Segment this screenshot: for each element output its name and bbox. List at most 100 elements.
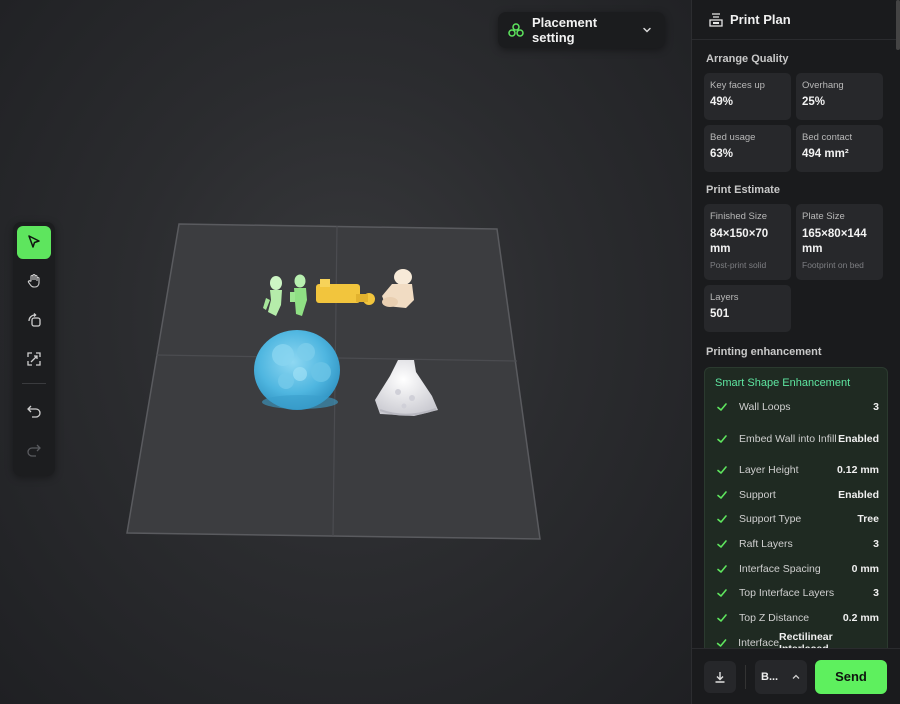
plate-size-stat: Plate Size 165×80×144 mm Footprint on be… [796, 204, 883, 280]
bed-contact-stat: Bed contact 494 mm² [796, 125, 883, 172]
enhancement-row: Raft Layers 3 [705, 532, 887, 557]
enhancement-row: Embed Wall into Infill Enabled [705, 420, 887, 458]
enhancement-row: Support Type Tree [705, 507, 887, 532]
stat-value: 63% [710, 148, 734, 160]
undo-button[interactable] [17, 394, 51, 427]
check-icon [717, 466, 727, 474]
build-plate[interactable] [0, 0, 691, 704]
enhancement-row: Support Enabled [705, 482, 887, 507]
enhancement-box-title: Smart Shape Enhancement [715, 377, 851, 389]
placement-setting-label: Placement setting [532, 15, 598, 45]
enhancement-name: Support Type [739, 513, 802, 526]
enhancement-value: Enabled [838, 432, 879, 445]
check-icon [717, 515, 727, 524]
undo-icon [27, 405, 41, 418]
enhancement-name: Top Z Distance [739, 612, 810, 625]
stat-value: 25% [802, 96, 826, 108]
enhancement-value: 3 [873, 587, 879, 600]
print-plan-icon [709, 12, 723, 27]
bed-usage-stat: Bed usage 63% [704, 125, 791, 172]
enhancement-row: Interface Spacing 0 mm [705, 556, 887, 581]
pan-tool-button[interactable] [17, 265, 51, 298]
enhancement-value: 0.12 mm [836, 464, 879, 477]
stat-label: Finished Size [710, 211, 768, 222]
check-icon [717, 434, 727, 443]
select-tool-button[interactable] [17, 226, 51, 259]
stat-value: 165×80×144 mm [802, 228, 867, 255]
cursor-arrow-icon [28, 235, 40, 249]
stat-value: 84×150×70 mm [710, 228, 769, 255]
enhancement-value: Tree [857, 513, 879, 526]
chevron-up-icon [792, 674, 800, 679]
viewport-toolbar [13, 222, 55, 476]
placement-icon [508, 23, 524, 37]
printing-enhancement-title: Printing enhancement [706, 346, 822, 358]
check-icon [717, 540, 727, 548]
print-plan-panel: Print Plan Arrange Quality Key faces up … [691, 0, 900, 704]
printer-select[interactable]: B... [755, 659, 807, 694]
panel-footer: B... Send [692, 648, 900, 704]
enhancement-name: Embed Wall into Infill [739, 432, 837, 445]
enhancement-row: Layer Height 0.12 mm [705, 458, 887, 483]
key-faces-up-stat: Key faces up 49% [704, 73, 791, 120]
enhancement-row: Wall Loops 3 [705, 395, 887, 420]
enhancement-name: Layer Height [739, 464, 799, 477]
enhancement-value: 0 mm [851, 562, 879, 575]
rotate-tool-button[interactable] [17, 304, 51, 337]
enhancement-value: Enabled [838, 488, 879, 501]
enhancement-value: 3 [873, 538, 879, 551]
3d-viewport[interactable]: Placement setting [0, 0, 691, 704]
stat-value: 501 [710, 308, 730, 320]
enhancement-name: Interface Spacing [739, 562, 821, 575]
rotate-icon [28, 313, 41, 327]
check-icon [717, 564, 727, 573]
stat-label: Plate Size [802, 211, 845, 222]
enhancement-name: Support [739, 488, 776, 501]
enhancement-value: 3 [873, 401, 879, 414]
enhancement-name: Top Interface Layers [739, 587, 835, 600]
stat-value: 494 mm² [802, 148, 849, 160]
scale-tool-button[interactable] [17, 343, 51, 376]
check-icon [717, 589, 727, 598]
enhancement-row: Top Interface Layers 3 [705, 581, 887, 606]
arrange-quality-title: Arrange Quality [706, 53, 789, 65]
toolbar-divider [22, 383, 46, 385]
enhancement-name: Wall Loops [739, 401, 791, 414]
stat-label: Layers [710, 292, 739, 303]
print-estimate-grid: Finished Size 84×150×70 mm Post-print so… [692, 204, 900, 332]
stat-label: Overhang [802, 80, 844, 91]
chevron-down-icon [643, 27, 651, 33]
panel-scrollbar[interactable] [896, 0, 900, 50]
arrange-quality-grid: Key faces up 49% Overhang 25% Bed usage … [692, 73, 900, 172]
hand-icon [27, 274, 40, 288]
download-icon [715, 671, 725, 683]
layers-stat: Layers 501 [704, 285, 791, 332]
check-icon [717, 490, 727, 499]
enhancement-row: Top Z Distance 0.2 mm [705, 606, 887, 631]
redo-icon [27, 444, 41, 457]
stat-sub: Footprint on bed [802, 260, 864, 270]
overhang-stat: Overhang 25% [796, 73, 883, 120]
send-button[interactable]: Send [815, 659, 887, 694]
stat-label: Key faces up [710, 80, 765, 91]
smart-shape-enhancement-box[interactable]: Smart Shape Enhancement Wall Loops 3 Embed… [704, 367, 888, 657]
stat-label: Bed usage [710, 132, 756, 143]
check-icon [717, 403, 727, 412]
footer-divider [745, 664, 746, 689]
blue-round-model[interactable] [254, 330, 340, 410]
placement-setting-dropdown[interactable]: Placement setting [498, 12, 665, 48]
finished-size-stat: Finished Size 84×150×70 mm Post-print so… [704, 204, 791, 280]
scale-arrows-icon [27, 352, 41, 366]
panel-header: Print Plan [692, 0, 900, 40]
stat-value: 49% [710, 96, 734, 108]
enhancement-list: Wall Loops 3 Embed Wall into Infill Enabled… [705, 395, 887, 655]
stat-sub: Post-print solid [710, 260, 767, 270]
panel-title: Print Plan [730, 12, 791, 27]
redo-button[interactable] [17, 433, 51, 466]
printer-select-label: B... [761, 670, 779, 683]
enhancement-name: Raft Layers [739, 538, 793, 551]
print-estimate-title: Print Estimate [706, 184, 780, 196]
stat-label: Bed contact [802, 132, 853, 143]
enhancement-value: 0.2 mm [842, 612, 879, 625]
download-button[interactable] [704, 660, 736, 693]
